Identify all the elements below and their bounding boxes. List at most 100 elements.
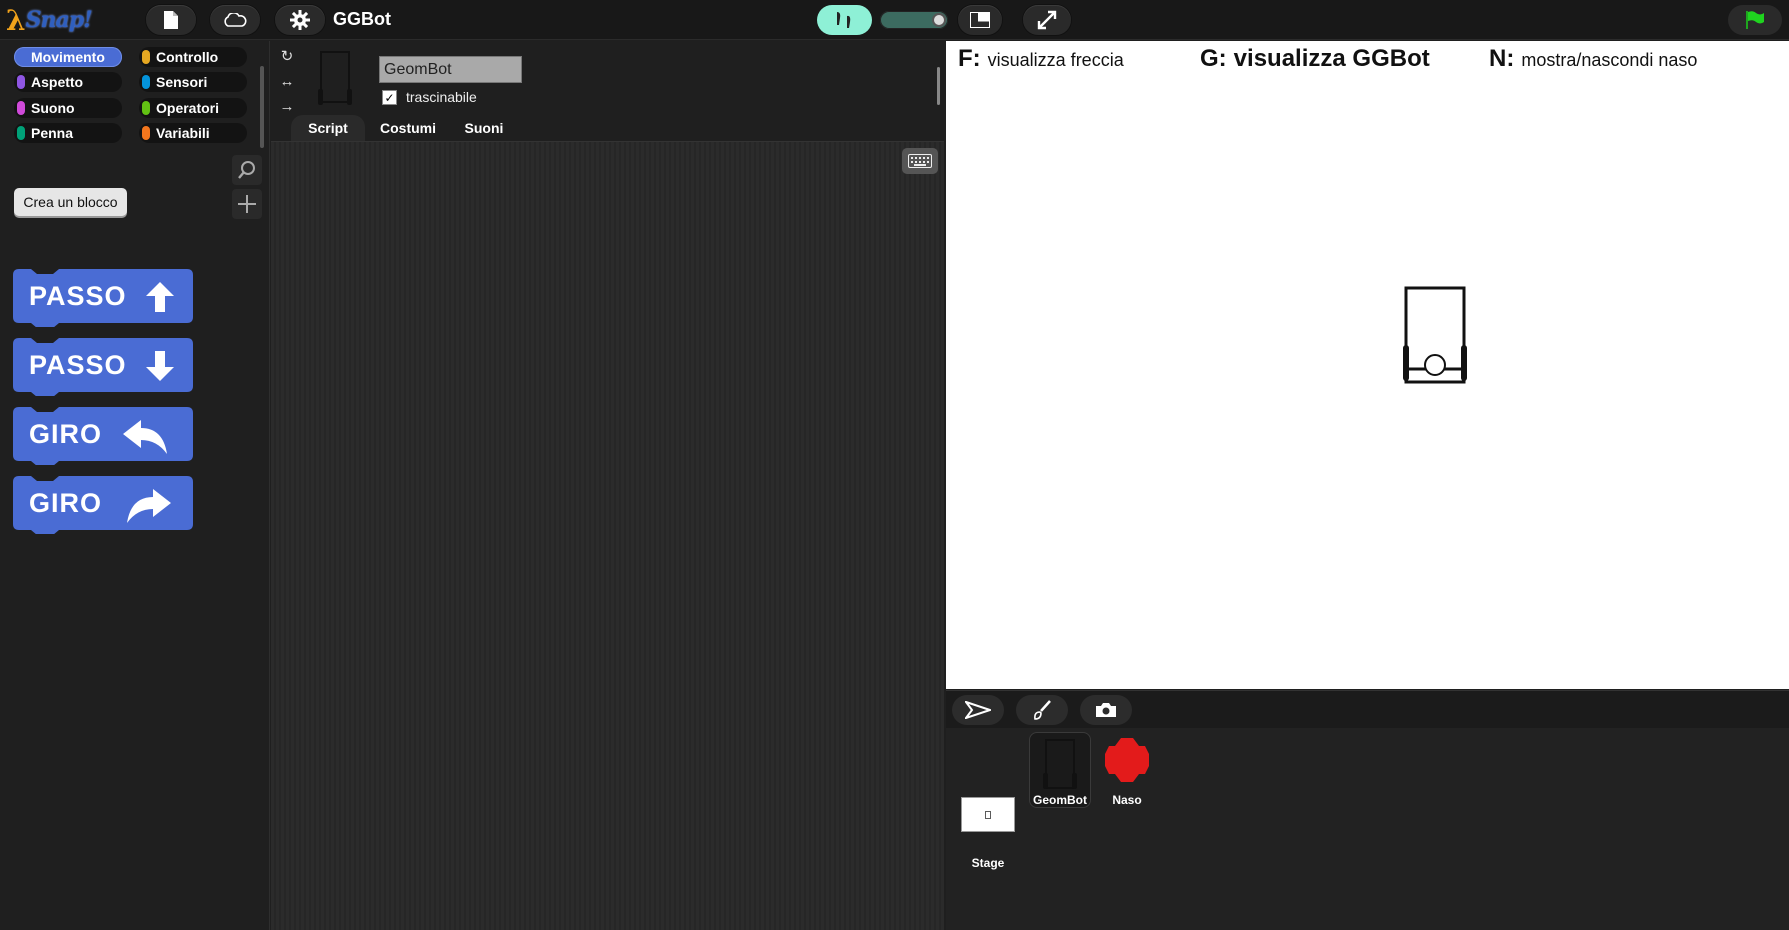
footprints-icon bbox=[836, 12, 850, 28]
paint-new-sprite-button[interactable] bbox=[1016, 695, 1068, 725]
block-passo-up[interactable]: PASSO bbox=[13, 269, 193, 327]
keyboard-icon bbox=[908, 154, 932, 168]
rotation-style-left-right[interactable]: ↔ bbox=[278, 73, 296, 90]
block-giro-right[interactable]: GIRO bbox=[13, 476, 193, 534]
block-label: PASSO bbox=[29, 350, 127, 380]
block-giro-left[interactable]: GIRO bbox=[13, 407, 193, 465]
sprite-editor: ↻ ↔ → ✓ trascinabile Script Costumi Suon… bbox=[271, 41, 944, 930]
turtle-arrow-icon bbox=[965, 701, 991, 719]
block-label: PASSO bbox=[29, 281, 127, 311]
tab-costumi[interactable]: Costumi bbox=[367, 115, 449, 141]
hint-f: F: visualizza freccia bbox=[958, 45, 1124, 73]
block-label: GIRO bbox=[29, 419, 103, 449]
hint-text: visualizza freccia bbox=[987, 50, 1124, 70]
draggable-option[interactable]: ✓ trascinabile bbox=[382, 89, 477, 105]
category-label: Operatori bbox=[156, 100, 220, 116]
turn-left-arrow-icon bbox=[123, 420, 167, 454]
top-bar: λ Snap! GGBot bbox=[0, 0, 1789, 40]
visible-stepping-button[interactable] bbox=[817, 5, 872, 35]
hint-text: visualizza GGBot bbox=[1233, 45, 1430, 72]
stage[interactable]: F: visualizza freccia G: visualizza GGBo… bbox=[946, 41, 1789, 689]
block-palette: Movimento Controllo Aspetto Sensori Suon… bbox=[0, 41, 270, 930]
category-penna[interactable]: Penna bbox=[14, 123, 122, 143]
camera-sprite-button[interactable] bbox=[1080, 695, 1132, 725]
search-blocks-button[interactable] bbox=[232, 155, 262, 185]
up-arrow-icon bbox=[146, 282, 174, 312]
draggable-label: trascinabile bbox=[406, 89, 477, 105]
sprite-name-input[interactable] bbox=[379, 56, 522, 83]
category-label: Controllo bbox=[156, 49, 219, 65]
category-controllo[interactable]: Controllo bbox=[139, 47, 247, 67]
stage-icon[interactable]: Stage bbox=[957, 854, 1019, 872]
hint-key: G: bbox=[1200, 45, 1227, 72]
block-label: GIRO bbox=[29, 488, 103, 518]
app-name: Snap! bbox=[25, 7, 93, 33]
sprite-label: Naso bbox=[1112, 793, 1142, 807]
fullscreen-icon bbox=[1037, 10, 1057, 30]
camera-icon bbox=[1096, 703, 1116, 717]
scripts-area[interactable] bbox=[271, 141, 944, 930]
rotation-style-free[interactable]: ↻ bbox=[278, 47, 296, 65]
tab-suoni[interactable]: Suoni bbox=[451, 115, 517, 141]
fullscreen-button[interactable] bbox=[1023, 5, 1071, 35]
category-label: Penna bbox=[31, 125, 74, 141]
category-label: Movimento bbox=[31, 49, 105, 65]
snap-logo[interactable]: λ Snap! bbox=[6, 4, 93, 37]
stage-thumbnail-bot bbox=[985, 810, 991, 819]
category-label: Sensori bbox=[156, 74, 208, 90]
geombot-sprite[interactable] bbox=[1401, 285, 1471, 385]
keyboard-entry-button[interactable] bbox=[902, 148, 938, 174]
sprite-bar-scrollbar[interactable] bbox=[937, 67, 940, 105]
sprite-corral: GeomBot Naso Stage bbox=[946, 728, 1789, 930]
category-label: Variabili bbox=[156, 125, 210, 141]
tab-script[interactable]: Script bbox=[291, 115, 365, 141]
draggable-checkbox[interactable]: ✓ bbox=[382, 89, 397, 105]
category-suono[interactable]: Suono bbox=[14, 98, 122, 118]
project-title: GGBot bbox=[333, 9, 391, 29]
sprite-naso[interactable]: Naso bbox=[1096, 732, 1158, 807]
new-project-button[interactable] bbox=[146, 5, 196, 35]
stage-size-icon bbox=[970, 12, 990, 28]
cloud-button[interactable] bbox=[210, 5, 260, 35]
magnifier-icon bbox=[238, 161, 255, 179]
rotation-style-none[interactable]: → bbox=[278, 98, 296, 115]
hint-g: G: visualizza GGBot bbox=[1200, 45, 1430, 73]
green-flag-button[interactable] bbox=[1728, 5, 1782, 35]
make-block-button[interactable]: Crea un blocco bbox=[14, 188, 127, 216]
add-turtle-sprite-button[interactable] bbox=[952, 695, 1004, 725]
cloud-icon bbox=[224, 13, 247, 27]
add-block-button[interactable] bbox=[232, 189, 262, 219]
down-arrow-icon bbox=[146, 351, 174, 381]
block-passo-down[interactable]: PASSO bbox=[13, 338, 193, 396]
hint-n: N: mostra/nascondi naso bbox=[1489, 45, 1697, 73]
green-flag-icon bbox=[1746, 11, 1764, 29]
category-scrollbar[interactable] bbox=[260, 66, 264, 148]
gear-icon bbox=[290, 10, 310, 30]
sprite-geombot[interactable]: GeomBot bbox=[1029, 732, 1091, 808]
sprite-geombot-thumbnail bbox=[1043, 739, 1077, 789]
turn-right-arrow-icon bbox=[127, 489, 171, 523]
category-variabili[interactable]: Variabili bbox=[139, 123, 247, 143]
sprite-label: GeomBot bbox=[1033, 793, 1087, 807]
hint-text: mostra/nascondi naso bbox=[1521, 50, 1698, 70]
sprite-bar: ↻ ↔ → ✓ trascinabile Script Costumi Suon… bbox=[271, 41, 944, 141]
sprite-corral-bar bbox=[946, 690, 1789, 728]
sprite-geombot-frame: GeomBot bbox=[1029, 732, 1091, 808]
plus-icon bbox=[238, 195, 256, 213]
stage-size-button[interactable] bbox=[958, 5, 1002, 35]
sprite-thumbnail bbox=[318, 51, 352, 105]
stepping-speed-slider[interactable] bbox=[880, 11, 948, 29]
category-movimento[interactable]: Movimento bbox=[14, 47, 122, 67]
slider-knob[interactable] bbox=[932, 13, 946, 27]
settings-button[interactable] bbox=[275, 5, 325, 35]
category-label: Aspetto bbox=[31, 74, 84, 90]
stage-label: Stage bbox=[971, 856, 1005, 870]
stage-thumbnail[interactable] bbox=[961, 797, 1015, 832]
category-sensori[interactable]: Sensori bbox=[139, 72, 247, 92]
hint-key: F: bbox=[958, 45, 981, 72]
category-aspetto[interactable]: Aspetto bbox=[14, 72, 122, 92]
editor-tabs: Script Costumi Suoni bbox=[271, 115, 944, 141]
paintbrush-icon bbox=[1034, 700, 1051, 720]
file-icon bbox=[164, 11, 178, 29]
category-operatori[interactable]: Operatori bbox=[139, 98, 247, 118]
